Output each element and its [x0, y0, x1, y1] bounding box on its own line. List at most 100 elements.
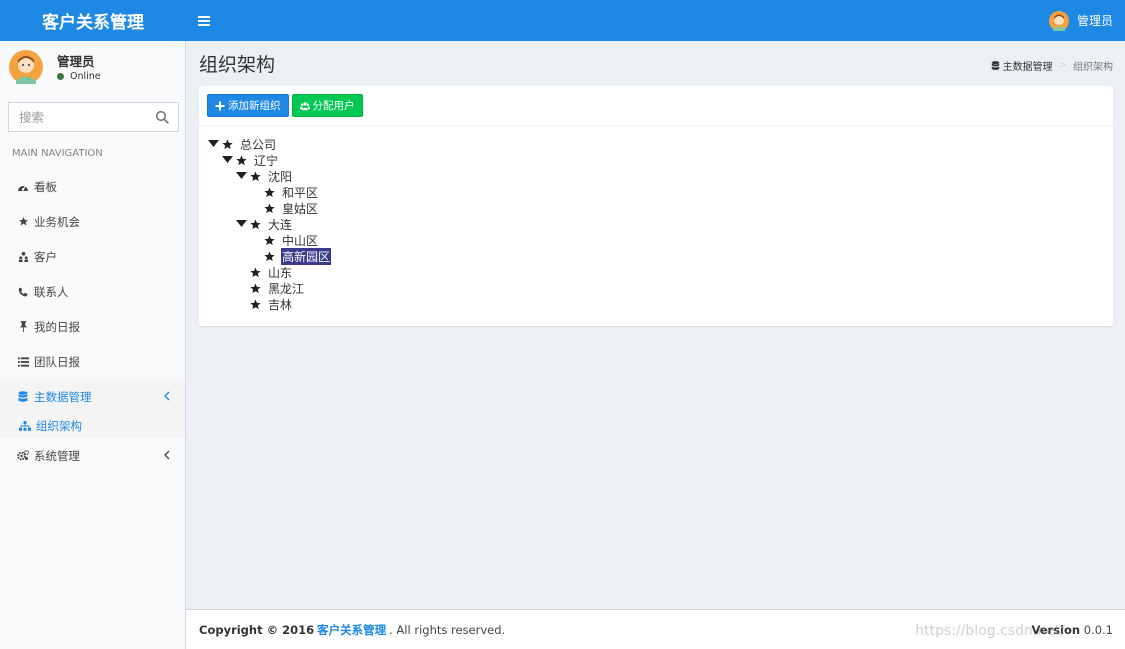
sidebar-item-customers[interactable]: 客户	[0, 239, 185, 274]
tree-node[interactable]: 辽宁	[208, 152, 331, 168]
breadcrumb: 主数据管理 > 组织架构	[991, 58, 1113, 73]
assign-users-button[interactable]: 分配用户	[291, 94, 363, 117]
org-tree: 总公司 辽宁 沈阳 和平区 皇姑区 大连 中山区 高新园区 山东 黑龙江 吉林	[208, 136, 332, 312]
sidebar-item-label: 联系人	[34, 284, 69, 299]
watermark: https://blog.csdn.net/	[915, 623, 1065, 639]
tree-node[interactable]: 皇姑区	[208, 200, 331, 216]
tree-node-label[interactable]: 中山区	[281, 232, 319, 249]
star-icon	[264, 234, 275, 246]
sidebar-item-label: 业务机会	[34, 214, 80, 229]
tree-node-label[interactable]: 吉林	[267, 296, 293, 313]
caret-down-icon[interactable]	[208, 139, 219, 149]
rights-text: . All rights reserved.	[389, 622, 506, 637]
search-icon[interactable]	[155, 110, 169, 124]
version-number: 0.0.1	[1083, 623, 1113, 637]
tree-node-label[interactable]: 沈阳	[267, 168, 293, 185]
tree-node[interactable]: 沈阳	[208, 168, 331, 184]
caret-down-icon[interactable]	[236, 219, 247, 229]
caret-down-icon[interactable]	[222, 155, 233, 165]
tree-node[interactable]: 高新园区	[208, 247, 332, 265]
search-input[interactable]	[9, 103, 149, 131]
database-icon	[991, 60, 999, 70]
star-icon	[236, 154, 247, 166]
list-icon	[17, 356, 29, 367]
sidebar-toggle-button[interactable]	[186, 0, 222, 41]
sidebar-item-contacts[interactable]: 联系人	[0, 274, 185, 309]
star-icon	[250, 266, 261, 278]
add-organization-label: 添加新组织	[228, 100, 281, 112]
tree-node-label[interactable]: 辽宁	[253, 152, 279, 169]
hamburger-icon	[198, 15, 210, 26]
tree-node[interactable]: 山东	[208, 264, 331, 280]
nav-header: MAIN NAVIGATION	[12, 148, 103, 159]
users-icon	[18, 251, 28, 262]
sidebar-item-label: 主数据管理	[34, 389, 92, 404]
page-title: 组织架构	[199, 54, 276, 76]
tree-node[interactable]: 总公司	[208, 136, 331, 152]
sidebar-item-label: 系统管理	[34, 448, 80, 463]
sidebar-item-team-daily-report[interactable]: 团队日报	[0, 344, 185, 379]
tree-node-label[interactable]: 黑龙江	[267, 280, 305, 297]
plus-icon	[215, 101, 225, 110]
breadcrumb-separator: >	[1058, 60, 1067, 71]
tree-node-label[interactable]: 大连	[267, 216, 293, 233]
org-tree-panel: 添加新组织 分配用户 总公司 辽宁 沈阳 和平区 皇姑区 大连 中山区 高新园区 山东 黑龙江 吉林	[199, 86, 1113, 326]
star-icon	[264, 186, 275, 198]
star-icon	[250, 282, 261, 294]
sidebar-subitem-org-structure[interactable]: 组织架构	[0, 414, 185, 438]
tree-node[interactable]: 和平区	[208, 184, 331, 200]
user-name: 管理员	[57, 54, 95, 69]
sidebar-item-label: 我的日报	[34, 319, 80, 334]
avatar	[1048, 10, 1069, 31]
tree-node-label[interactable]: 皇姑区	[281, 200, 319, 217]
tree-node-label[interactable]: 和平区	[281, 184, 319, 201]
sidebar-item-master-data[interactable]: 主数据管理	[0, 379, 185, 414]
tree-node[interactable]: 中山区	[208, 232, 331, 248]
sidebar-menu: 看板 业务机会 客户 联系人 我的日报 团队日报 主数据管理 组织架构 系统管理	[0, 169, 185, 473]
star-icon	[250, 218, 261, 230]
tree-node-label-selected[interactable]: 高新园区	[281, 247, 332, 265]
app-logo[interactable]: 客户关系管理	[0, 0, 186, 41]
header-user-name: 管理员	[1076, 14, 1113, 28]
star-icon	[222, 138, 233, 150]
tree-node-label[interactable]: 山东	[267, 264, 293, 281]
gears-icon	[17, 450, 29, 461]
tree-node[interactable]: 黑龙江	[208, 280, 331, 296]
chevron-left-icon	[164, 450, 170, 460]
sidebar-item-label: 客户	[34, 249, 57, 264]
user-panel: 管理员 Online	[0, 41, 185, 91]
company-link[interactable]: 客户关系管理	[317, 622, 386, 638]
sidebar-item-dashboard[interactable]: 看板	[0, 169, 185, 204]
star-icon	[264, 202, 275, 214]
user-status-text: Online	[70, 71, 101, 82]
tree-node[interactable]: 大连	[208, 216, 331, 232]
pin-icon	[19, 321, 27, 332]
star-icon	[264, 250, 275, 262]
breadcrumb-link[interactable]: 主数据管理	[1003, 58, 1053, 73]
assign-users-label: 分配用户	[312, 100, 355, 112]
toolbar: 添加新组织 分配用户	[199, 86, 1113, 126]
footer: Copyright © 2016 客户关系管理 . All rights res…	[186, 609, 1125, 649]
sitemap-icon	[19, 421, 31, 431]
sidebar-item-opportunities[interactable]: 业务机会	[0, 204, 185, 239]
sidebar-item-system-management[interactable]: 系统管理	[0, 438, 185, 473]
copyright-text: Copyright © 2016	[199, 622, 315, 637]
sidebar-subitem-label: 组织架构	[36, 419, 82, 433]
users-icon	[299, 101, 310, 110]
caret-down-icon[interactable]	[236, 171, 247, 181]
tree-node[interactable]: 吉林	[208, 296, 331, 312]
chevron-left-icon	[164, 391, 170, 401]
add-organization-button[interactable]: 添加新组织	[207, 94, 289, 117]
sidebar-item-my-daily-report[interactable]: 我的日报	[0, 309, 185, 344]
sidebar-item-label: 团队日报	[34, 354, 80, 369]
star-icon	[18, 216, 28, 226]
header-user-menu[interactable]: 管理员	[1048, 0, 1113, 41]
database-icon	[18, 390, 28, 402]
phone-icon	[18, 287, 28, 296]
tree-node-label[interactable]: 总公司	[239, 136, 277, 153]
